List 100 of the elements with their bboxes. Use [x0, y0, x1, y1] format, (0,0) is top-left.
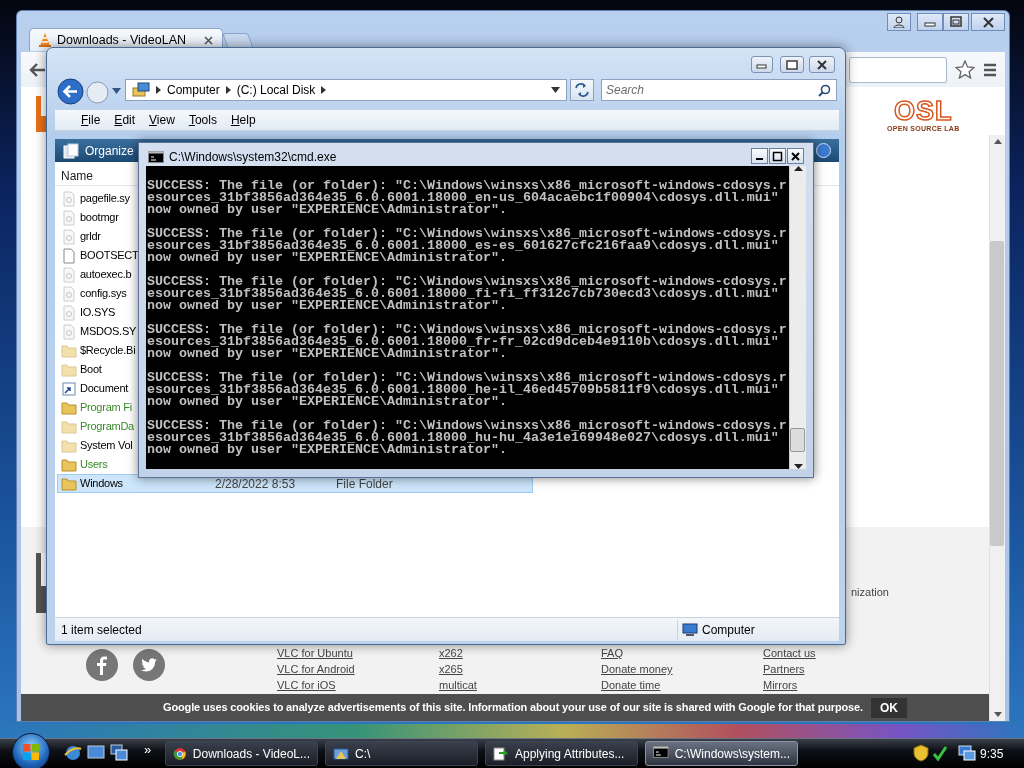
scroll-up-icon[interactable] — [793, 166, 803, 171]
network-icon[interactable] — [958, 744, 976, 762]
close-icon[interactable] — [816, 59, 828, 70]
dropdown-arrow-icon[interactable] — [112, 88, 121, 94]
file-row[interactable]: System Vol — [57, 436, 137, 455]
file-row[interactable]: autoexec.b — [57, 265, 137, 284]
taskbar-button[interactable]: Downloads - VideoL... — [165, 741, 318, 766]
file-name: MSDOS.SY — [80, 324, 137, 340]
file-name: config.sys — [80, 286, 127, 302]
file-row[interactable]: BOOTSECT — [57, 246, 137, 265]
scrollbar-thumb[interactable] — [990, 241, 1004, 546]
footer-link[interactable]: Donate time — [601, 679, 661, 691]
person-icon[interactable] — [893, 16, 905, 28]
console-line: esources_31bf3856ad364e35_6.0.6001.18000_fi-fi_ff312c7cb730ecd3\cdosys.dll.mui" — [147, 288, 779, 300]
file-row[interactable]: Document — [57, 379, 137, 398]
scrollbar[interactable] — [789, 166, 806, 469]
restore-icon[interactable] — [950, 16, 962, 28]
console-line: esources_31bf3856ad364e35_6.0.6001.18000_he-il_46ed45709b5811f9\cdosys.dll.mui" — [147, 384, 779, 396]
close-icon[interactable] — [981, 15, 995, 29]
file-row[interactable]: MSDOS.SY — [57, 322, 137, 341]
shield-icon[interactable] — [912, 744, 930, 762]
dropdown-arrow-icon[interactable] — [551, 87, 560, 93]
file-name: pagefile.sy — [80, 191, 130, 207]
file-row[interactable]: ProgramDa — [57, 417, 137, 436]
taskbar-button[interactable]: C:\ — [325, 741, 478, 766]
menu-item[interactable]: File — [75, 111, 107, 129]
breadcrumb-item[interactable]: Computer — [167, 81, 220, 99]
profile-button[interactable] — [887, 13, 911, 31]
document-arrow-icon — [493, 745, 509, 762]
menu-item[interactable]: Help — [224, 111, 262, 129]
scroll-down-icon[interactable] — [793, 464, 803, 469]
console-line: esources_31bf3856ad364e35_6.0.6001.18000_en-us_604acaebc1f00904\cdosys.dll.mui" — [147, 192, 779, 204]
footer-link[interactable]: Mirrors — [763, 679, 798, 691]
file-row[interactable]: Boot — [57, 360, 137, 379]
ok-button[interactable]: OK — [870, 697, 907, 718]
more-button[interactable]: » — [144, 740, 152, 760]
taskbar-button[interactable]: C:\Windows\system... — [645, 741, 798, 766]
console-line: esources_31bf3856ad364e35_6.0.6001.18000_es-es_601627cfc216faa9\cdosys.dll.mui" — [147, 240, 779, 252]
cone-icon — [38, 32, 52, 48]
console-line: now owned by user "EXPERIENCE\Administrator". — [147, 396, 507, 408]
desktop-icon[interactable] — [87, 744, 105, 762]
breadcrumb-item[interactable]: (C:) Local Disk — [236, 81, 316, 99]
facebook-icon[interactable] — [86, 649, 118, 681]
file-row[interactable]: IO.SYS — [57, 303, 137, 322]
column-header[interactable]: Name — [61, 167, 93, 185]
back-icon[interactable] — [29, 61, 47, 78]
menu-icon[interactable] — [983, 62, 997, 77]
close-icon[interactable] — [203, 34, 214, 46]
page-text: nization — [851, 585, 889, 600]
file-name: grldr — [80, 229, 101, 245]
file-row[interactable]: Users — [57, 455, 137, 474]
console-line: now owned by user "EXPERIENCE\Administrator". — [147, 300, 507, 312]
footer-link[interactable]: multicat — [439, 679, 477, 691]
clock[interactable]: 9:35 — [980, 745, 1004, 763]
close-button[interactable] — [971, 13, 1005, 31]
footer-link[interactable]: Donate money — [601, 663, 673, 675]
file-row[interactable]: $Recycle.Bi — [57, 341, 137, 360]
file-name: autoexec.b — [80, 267, 132, 283]
bird-icon[interactable] — [133, 649, 165, 681]
file-name: ProgramDa — [80, 419, 134, 435]
maximize-icon[interactable] — [786, 59, 798, 70]
console-line: SUCCESS: The file (or folder): "C:\Windows\winsxs\x86_microsoft-windows-cdosys.r — [147, 276, 788, 288]
file-row[interactable]: config.sys — [57, 284, 137, 303]
menu-item[interactable]: Tools — [182, 111, 223, 129]
file-row[interactable]: grldr — [57, 227, 137, 246]
file-name: Boot — [80, 362, 102, 378]
console-line: esources_31bf3856ad364e35_6.0.6001.18000_hu-hu_4a3e1e169948e027\cdosys.dll.mui" — [147, 432, 779, 444]
footer-link[interactable]: FAQ — [601, 647, 623, 659]
windows-switcher-icon[interactable] — [110, 744, 128, 762]
footer-link[interactable]: VLC for iOS — [277, 679, 336, 691]
footer-link[interactable]: x265 — [439, 663, 463, 675]
globe-icon[interactable] — [64, 744, 82, 762]
footer-link[interactable]: Partners — [763, 663, 805, 675]
console-line: esources_31bf3856ad364e35_6.0.6001.18000_fr-fr_02cd9dceb4e9110b\cdosys.dll.mui" — [147, 336, 779, 348]
scroll-up-icon[interactable] — [993, 139, 1002, 144]
documents-icon — [63, 142, 79, 159]
footer-link[interactable]: Contact us — [763, 647, 816, 659]
scroll-down-icon[interactable] — [993, 712, 1002, 717]
check-icon[interactable] — [932, 744, 948, 762]
back-button[interactable] — [57, 78, 84, 105]
file-name: BOOTSECT — [80, 248, 139, 264]
footer-link[interactable]: x262 — [439, 647, 463, 659]
taskbar-button[interactable]: Applying Attributes... — [485, 741, 638, 766]
address-bar[interactable]: Computer (C:) Local Disk — [125, 79, 567, 101]
search-icon[interactable] — [818, 84, 831, 97]
file-name: Windows — [80, 476, 123, 492]
menu-item[interactable]: View — [143, 111, 181, 129]
close-button[interactable] — [809, 56, 835, 73]
console-line: SUCCESS: The file (or folder): "C:\Windows\winsxs\x86_microsoft-windows-cdosys.r — [147, 228, 788, 240]
menu-item[interactable]: Edit — [108, 111, 142, 129]
console-line: SUCCESS: The file (or folder): "C:\Windows\winsxs\x86_microsoft-windows-cdosys.r — [147, 372, 788, 384]
star-icon[interactable] — [955, 60, 975, 79]
footer-link[interactable]: VLC for Android — [277, 663, 355, 675]
footer-link[interactable]: VLC for Ubuntu — [277, 647, 353, 659]
cookie-notice-text: Google uses cookies to analyze advertisements of this site. Information about your use of our site is shared with Google for that purpose. — [163, 700, 863, 716]
file-row[interactable]: Program Fi — [57, 398, 137, 417]
file-row[interactable]: bootmgr — [57, 208, 137, 227]
scrollbar-thumb[interactable] — [790, 428, 805, 452]
file-row[interactable]: pagefile.sy — [57, 189, 137, 208]
search-field[interactable]: Search — [601, 79, 837, 101]
